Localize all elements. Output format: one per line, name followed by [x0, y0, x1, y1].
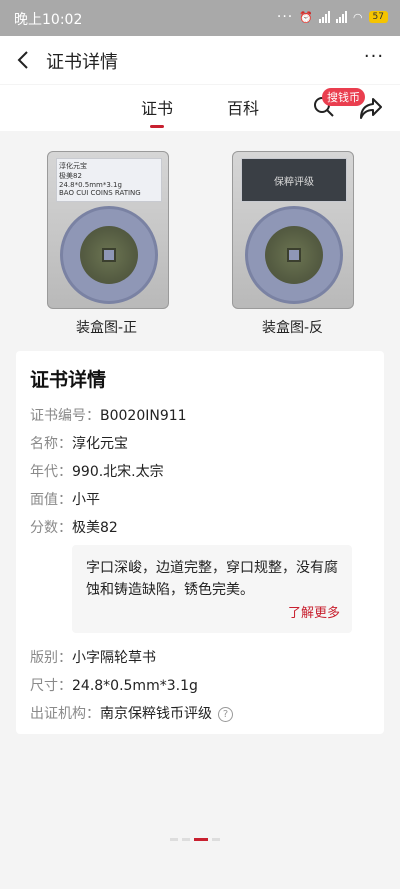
back-arrow-icon[interactable] — [12, 48, 36, 72]
detail-row-variety: 版别：小字隔轮草书 — [30, 647, 156, 667]
detail-key: 面值： — [30, 492, 72, 508]
detail-row-cert-number: 证书编号：B0020IN911 — [30, 405, 187, 425]
signal-icon-2 — [335, 11, 347, 23]
detail-row-era: 年代：990.北宋.太宗 — [30, 461, 164, 481]
slab-front-label: 淳化元宝 极美82 24.8*0.5mm*3.1g BAO CUI COINS … — [56, 158, 162, 202]
status-bar: 晚上10:02 ··· ⏰ ◠ 57 — [0, 0, 400, 36]
detail-value: 极美82 — [72, 520, 118, 536]
page-dot-active — [194, 838, 208, 841]
front-label-name: 淳化元宝 — [59, 162, 87, 170]
front-image-caption: 装盒图-正 — [76, 320, 138, 336]
slab-front-image[interactable]: 淳化元宝 极美82 24.8*0.5mm*3.1g BAO CUI COINS … — [47, 151, 169, 309]
more-notifications-icon: ··· — [276, 9, 294, 25]
signal-icon-1 — [318, 11, 330, 23]
detail-value: 990.北宋.太宗 — [72, 464, 164, 480]
detail-key: 年代： — [30, 464, 72, 480]
front-label-brand: BAO CUI COINS RATING — [59, 189, 141, 197]
detail-key: 版别： — [30, 650, 72, 666]
detail-row-size: 尺寸：24.8*0.5mm*3.1g — [30, 675, 198, 695]
alarm-icon: ⏰ — [299, 10, 313, 24]
certificate-details-card: 证书详情 证书编号：B0020IN911 名称：淳化元宝 年代：990.北宋.太… — [16, 351, 384, 734]
slab-back-image[interactable]: 保粹评级 — [232, 151, 354, 309]
tab-wiki[interactable]: 百科 — [227, 95, 259, 119]
detail-row-score: 分数：极美82 — [30, 517, 118, 537]
detail-value: 淳化元宝 — [72, 436, 128, 452]
more-options-icon[interactable]: ··· — [362, 48, 386, 72]
grade-description-text: 字口深峻，边道完整，穿口规整，没有腐蚀和铸造缺陷，锈色完美。 — [86, 560, 338, 598]
page-dot — [212, 838, 220, 841]
page-indicator — [170, 838, 220, 843]
status-time: 晚上10:02 — [14, 12, 83, 28]
detail-key: 证书编号： — [30, 408, 100, 424]
back-image-caption: 装盒图-反 — [262, 320, 324, 336]
detail-key: 分数： — [30, 520, 72, 536]
detail-row-name: 名称：淳化元宝 — [30, 433, 128, 453]
learn-more-link[interactable]: 了解更多 — [288, 603, 340, 625]
page-dot — [182, 838, 190, 841]
detail-row-issuer: 出证机构：南京保粹钱币评级? — [30, 703, 233, 723]
help-question-icon[interactable]: ? — [218, 706, 233, 722]
tab-bar: 证书 百科 搜钱币 — [0, 85, 400, 131]
share-icon[interactable] — [358, 95, 384, 121]
tab-active-indicator — [150, 125, 164, 128]
coin-holder — [60, 206, 158, 304]
details-title: 证书详情 — [30, 369, 107, 391]
status-icons: ··· ⏰ ◠ 57 — [277, 9, 388, 25]
wifi-icon: ◠ — [352, 10, 363, 24]
detail-key: 出证机构： — [30, 706, 100, 722]
back-label-brand: 保粹评级 — [274, 177, 314, 188]
page-title: 证书详情 — [46, 52, 118, 73]
page-dot — [170, 838, 178, 841]
detail-value: 24.8*0.5mm*3.1g — [72, 678, 198, 694]
detail-value: 南京保粹钱币评级 — [100, 706, 212, 722]
app-header: 证书详情 ··· — [0, 36, 400, 84]
coin-front — [80, 226, 138, 284]
detail-value: 小平 — [72, 492, 100, 508]
detail-key: 名称： — [30, 436, 72, 452]
front-label-grade: 极美82 — [59, 172, 82, 180]
detail-value: B0020IN911 — [100, 408, 187, 424]
grade-description: 字口深峻，边道完整，穿口规整，没有腐蚀和铸造缺陷，锈色完美。 了解更多 — [72, 545, 352, 633]
coin-holder-back — [245, 206, 343, 304]
battery-icon: 57 — [368, 11, 388, 23]
coin-back — [265, 226, 323, 284]
detail-row-denomination: 面值：小平 — [30, 489, 100, 509]
tab-certificate[interactable]: 证书 — [141, 95, 173, 119]
front-label-size: 24.8*0.5mm*3.1g — [59, 181, 122, 189]
detail-key: 尺寸： — [30, 678, 72, 694]
slab-images: 淳化元宝 极美82 24.8*0.5mm*3.1g BAO CUI COINS … — [0, 141, 400, 341]
detail-value: 小字隔轮草书 — [72, 650, 156, 666]
slab-back-label: 保粹评级 — [241, 158, 347, 202]
